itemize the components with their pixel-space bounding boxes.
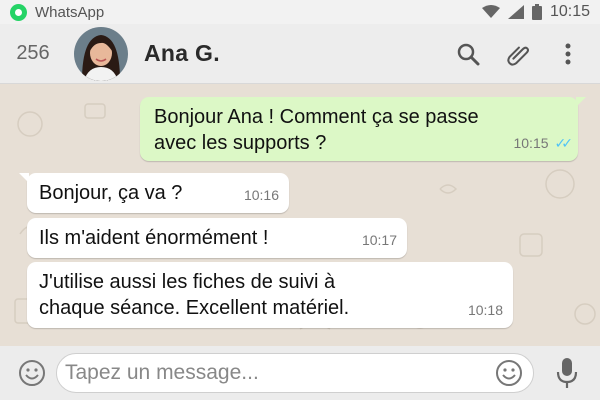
message-input[interactable]: [65, 361, 485, 385]
chat-area[interactable]: Bonjour Ana ! Comment ça se passe avec l…: [0, 84, 600, 346]
message-time: 10:16: [243, 187, 279, 203]
message-bubble-incoming[interactable]: J'utilise aussi les fiches de suivi à ch…: [27, 262, 513, 328]
unread-count-back-button[interactable]: 256: [4, 42, 62, 65]
message-text: J'utilise aussi les fiches de suivi à ch…: [39, 271, 350, 319]
message-meta: 10:18: [468, 297, 503, 323]
emoji-icon[interactable]: [17, 358, 47, 388]
attachment-icon[interactable]: [506, 42, 530, 66]
contact-name[interactable]: Ana G.: [144, 40, 220, 67]
message-meta: 10:16: [244, 182, 279, 208]
message-text: Ils m'aident énormément !: [39, 227, 269, 249]
message-time: 10:15: [513, 135, 549, 151]
header-actions: [456, 42, 580, 66]
message-time: 10:18: [467, 302, 503, 318]
status-bar-indicators: 10:15: [481, 3, 590, 21]
status-bar: WhatsApp 10:15: [0, 0, 600, 24]
message-bubble-outgoing[interactable]: Bonjour Ana ! Comment ça se passe avec l…: [140, 97, 586, 161]
message-bubble-incoming[interactable]: Bonjour, ça va ? 10:16: [19, 173, 289, 213]
chat-header: 256 Ana G.: [0, 24, 600, 84]
message-bubble-incoming[interactable]: Ils m'aident énormément ! 10:17: [27, 218, 407, 258]
battery-icon: [531, 4, 542, 20]
wifi-icon: [481, 5, 500, 18]
contact-avatar[interactable]: [74, 26, 128, 81]
double-check-read-icon: ✓✓: [554, 135, 574, 151]
message-input-container[interactable]: [56, 353, 534, 393]
signal-icon: [507, 5, 524, 19]
message-meta: 10:15 ✓✓: [513, 130, 574, 156]
message-time: 10:17: [361, 232, 397, 248]
whatsapp-icon: [10, 3, 27, 21]
message-text: Bonjour Ana ! Comment ça se passe avec l…: [154, 106, 479, 154]
message-meta: 10:17: [362, 227, 397, 253]
microphone-icon[interactable]: [554, 356, 580, 390]
more-options-icon[interactable]: [556, 42, 580, 66]
message-text: Bonjour, ça va ?: [39, 182, 183, 204]
emoji-icon[interactable]: [494, 358, 524, 388]
search-icon[interactable]: [456, 42, 480, 66]
avatar-image: [74, 26, 128, 81]
status-bar-time: 10:15: [549, 3, 590, 20]
message-composer: [0, 346, 600, 400]
status-bar-app-name: WhatsApp: [35, 3, 105, 21]
